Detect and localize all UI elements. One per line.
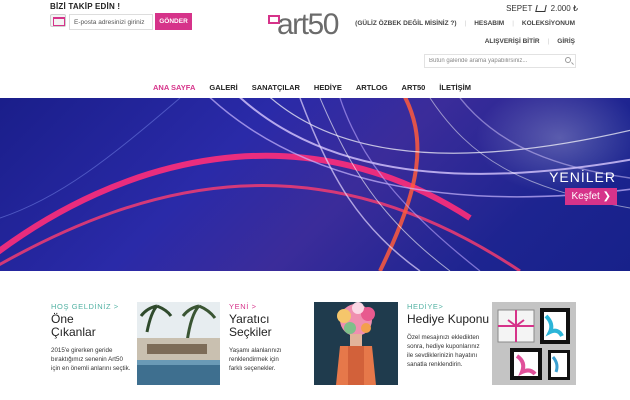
card-tag[interactable]: YENİ >: [229, 302, 314, 311]
card-title-line2: Çıkanlar: [51, 325, 96, 339]
divider: |: [512, 20, 514, 27]
nav-item-artists[interactable]: SANATÇILAR: [252, 83, 300, 92]
divider: |: [464, 20, 467, 27]
hero-title: YENİLER: [549, 169, 616, 185]
hero-light-trails-image: [0, 98, 630, 271]
card-body-line: farklı seçenekler.: [229, 365, 276, 372]
nav-item-gift[interactable]: HEDİYE: [314, 83, 342, 92]
cart-total: 2.000 ₺: [550, 4, 578, 13]
explore-button[interactable]: Keşfet ❯: [565, 188, 617, 205]
card-body-line: için en önemli anlarını seçtik.: [51, 365, 131, 372]
cart-label: SEPET: [506, 4, 533, 13]
login-link[interactable]: GİRİŞ: [557, 38, 575, 45]
chevron-right-icon: ❯: [602, 191, 611, 202]
flower-head-painting-image[interactable]: [314, 302, 398, 385]
hero-banner: YENİLER Keşfet ❯: [0, 98, 630, 271]
gallery-search-input[interactable]: [424, 54, 576, 68]
cart-link[interactable]: SEPET 2.000 ₺: [506, 4, 578, 13]
cart-icon: [535, 5, 548, 12]
featured-villa-image[interactable]: [137, 302, 220, 385]
card-body-line: sonra, hediye kuponlarınız: [407, 343, 480, 350]
card-tag[interactable]: HEDİYE>: [407, 302, 493, 311]
not-you-link[interactable]: (GÜLİZ ÖZBEK DEĞİL MİSİNİZ ?): [355, 20, 456, 27]
my-account-link[interactable]: HESABIM: [474, 20, 504, 27]
card-title-line1: Hediye Kuponu: [407, 312, 490, 326]
newsletter-send-button[interactable]: GÖNDER: [155, 13, 192, 30]
card-body-line: renklendirmek için: [229, 356, 279, 363]
nav-item-contact[interactable]: İLETİŞİM: [439, 83, 471, 92]
explore-button-label: Keşfet: [571, 191, 600, 202]
divider: |: [547, 38, 550, 45]
user-links-row2: ALIŞVERİŞİ BİTİR | GİRİŞ: [485, 38, 575, 45]
main-nav: ANA SAYFA GALERİ SANATÇILAR HEDİYE ARTLO…: [153, 83, 471, 92]
follow-us-title: BİZİ TAKİP EDİN !: [50, 2, 121, 11]
card-body-line: Yaşamı alanlarınızı: [229, 347, 282, 354]
nav-item-artlog[interactable]: ARTLOG: [356, 83, 388, 92]
newsletter-mail-icon: [50, 14, 66, 27]
nav-item-gallery[interactable]: GALERİ: [209, 83, 237, 92]
promo-card-featured[interactable]: HOŞ GELDİNİZ > Öne Çıkanlar 2015'e girer…: [51, 302, 135, 373]
user-links-row1: (GÜLİZ ÖZBEK DEĞİL MİSİNİZ ?) | HESABIM …: [355, 20, 575, 27]
card-body-line: ile sevdiklerinizin hayatını: [407, 352, 478, 359]
card-body: 2015'e girerken geride bıraktığımız sene…: [51, 346, 135, 373]
card-body: Yaşamı alanlarınızı renklendirmek için f…: [229, 346, 314, 373]
newsletter-email-input[interactable]: [69, 14, 153, 30]
promo-card-gift[interactable]: HEDİYE> Hediye Kuponu Özel mesajınızı ek…: [407, 302, 493, 369]
gift-frames-image[interactable]: [492, 302, 576, 385]
search-icon[interactable]: [565, 57, 571, 63]
card-body-line: Özel mesajınızı ekledikten: [407, 334, 480, 341]
logo-text: art50: [277, 8, 339, 41]
nav-item-art50[interactable]: ART50: [402, 83, 426, 92]
checkout-link[interactable]: ALIŞVERİŞİ BİTİR: [485, 38, 540, 45]
card-body-line: 2015'e girerken geride: [51, 347, 113, 354]
card-body: Özel mesajınızı ekledikten sonra, hediye…: [407, 333, 493, 369]
card-tag[interactable]: HOŞ GELDİNİZ >: [51, 302, 135, 311]
card-body-line: sanatla renklendirin.: [407, 361, 463, 368]
nav-item-home[interactable]: ANA SAYFA: [153, 83, 195, 92]
promo-card-new[interactable]: YENİ > Yaratıcı Seçkiler Yaşamı alanları…: [229, 302, 314, 373]
my-collection-link[interactable]: KOLEKSİYONUM: [522, 20, 575, 27]
site-logo[interactable]: art50: [268, 8, 358, 46]
card-title-line2: Seçkiler: [229, 325, 272, 339]
card-body-line: bıraktığımız senenin Art50: [51, 356, 123, 363]
